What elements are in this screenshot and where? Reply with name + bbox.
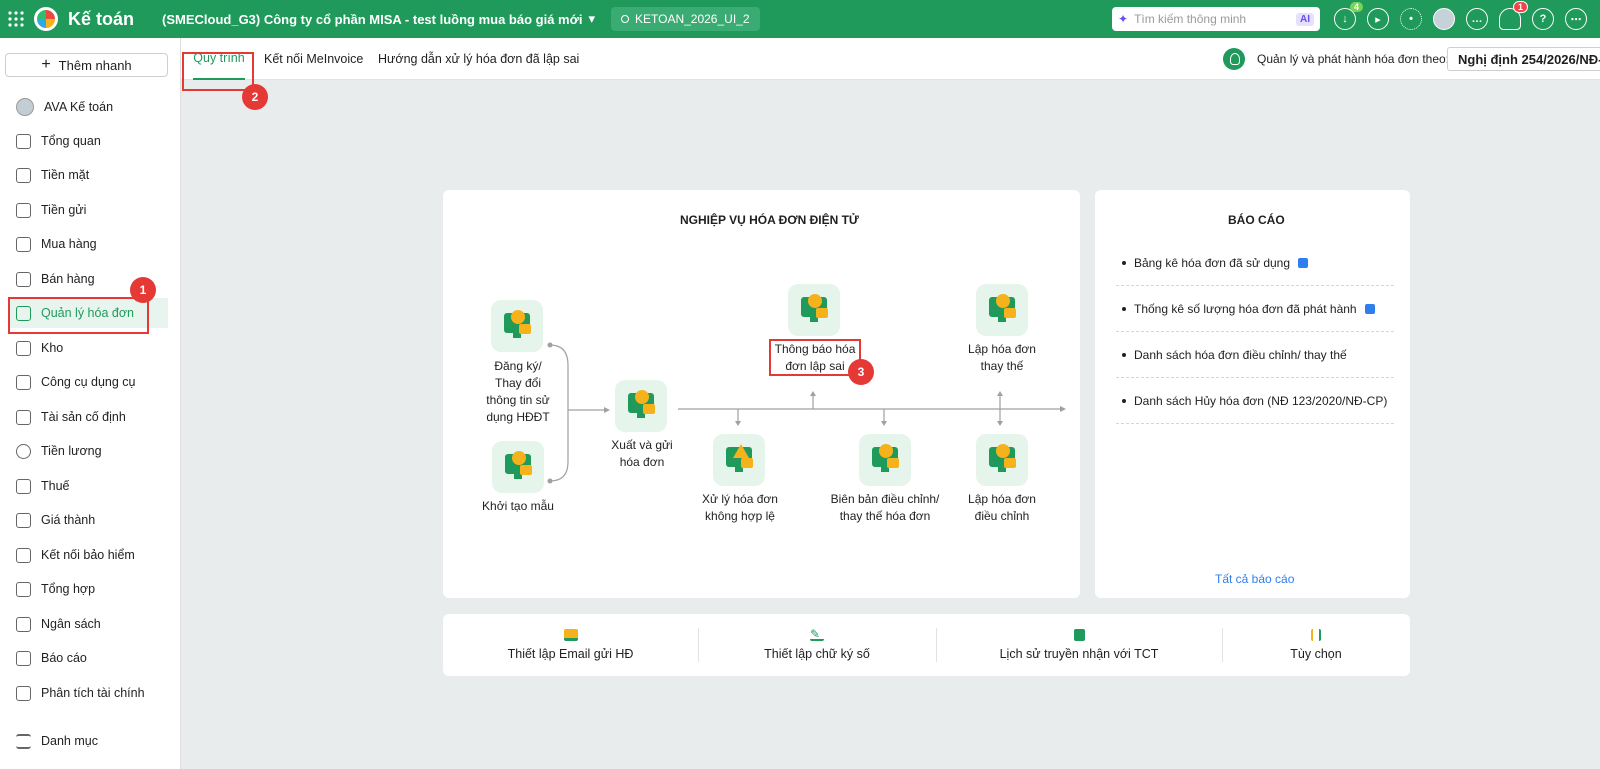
digital-signature-label: Thiết lập chữ ký số <box>764 647 870 661</box>
document-icon <box>1073 629 1085 641</box>
digital-signature-button[interactable]: ✎ Thiết lập chữ ký số <box>698 614 936 676</box>
minutes-icon[interactable] <box>859 434 911 486</box>
replace-invoice-label[interactable]: Lập hóa đơn thay thế <box>952 341 1052 375</box>
reports-title: BÁO CÁO <box>1228 213 1285 227</box>
transmission-history-button[interactable]: Lịch sử truyền nhận với TCT <box>936 614 1222 676</box>
info-icon <box>1298 258 1309 268</box>
signature-icon: ✎ <box>810 628 824 641</box>
email-setup-label: Thiết lập Email gửi HĐ <box>507 647 634 661</box>
register-info-label[interactable]: Đăng ký/ Thay đổi thông tin sử dụng HĐĐT <box>468 358 568 426</box>
step-marker-3: 3 <box>848 359 874 385</box>
info-icon <box>1364 304 1375 314</box>
report-item[interactable]: Danh sách hóa đơn điều chỉnh/ thay thế <box>1116 333 1394 378</box>
email-setup-button[interactable]: Thiết lập Email gửi HĐ <box>443 614 698 676</box>
replace-invoice-icon[interactable] <box>976 284 1028 336</box>
issue-send-icon[interactable] <box>615 380 667 432</box>
adjust-invoice-label[interactable]: Lập hóa đơn điều chỉnh <box>952 491 1052 525</box>
report-label: Danh sách hóa đơn điều chỉnh/ thay thế <box>1134 348 1347 362</box>
minutes-label[interactable]: Biên bản điều chỉnh/ thay thế hóa đơn <box>820 491 950 525</box>
all-reports-link[interactable]: Tất cả báo cáo <box>1215 572 1294 586</box>
report-item[interactable]: Danh sách Hủy hóa đơn (NĐ 123/2020/NĐ-CP… <box>1116 379 1394 424</box>
report-label: Danh sách Hủy hóa đơn (NĐ 123/2020/NĐ-CP… <box>1134 394 1388 408</box>
warning-invoice-icon[interactable] <box>713 434 765 486</box>
adjust-invoice-icon[interactable] <box>976 434 1028 486</box>
transmission-history-label: Lịch sử truyền nhận với TCT <box>999 647 1159 661</box>
issue-send-label[interactable]: Xuất và gửi hóa đơn <box>592 437 692 471</box>
handle-invalid-label[interactable]: Xử lý hóa đơn không hợp lệ <box>690 491 790 525</box>
register-info-icon[interactable] <box>491 300 543 352</box>
report-item[interactable]: Thống kê số lượng hóa đơn đã phát hành <box>1116 287 1394 332</box>
create-template-label[interactable]: Khởi tạo mẫu <box>468 498 568 515</box>
report-item[interactable]: Bảng kê hóa đơn đã sử dụng <box>1116 241 1394 286</box>
error-notice-icon[interactable] <box>788 284 840 336</box>
options-button[interactable]: Tùy chọn <box>1222 614 1410 676</box>
email-icon <box>563 629 578 641</box>
settings-bar: Thiết lập Email gửi HĐ ✎ Thiết lập chữ k… <box>443 614 1410 676</box>
report-label: Bảng kê hóa đơn đã sử dụng <box>1134 256 1291 270</box>
options-label: Tùy chọn <box>1290 647 1342 661</box>
sliders-icon <box>1311 629 1321 641</box>
report-label: Thống kê số lượng hóa đơn đã phát hành <box>1134 302 1357 316</box>
create-template-icon[interactable] <box>492 441 544 493</box>
